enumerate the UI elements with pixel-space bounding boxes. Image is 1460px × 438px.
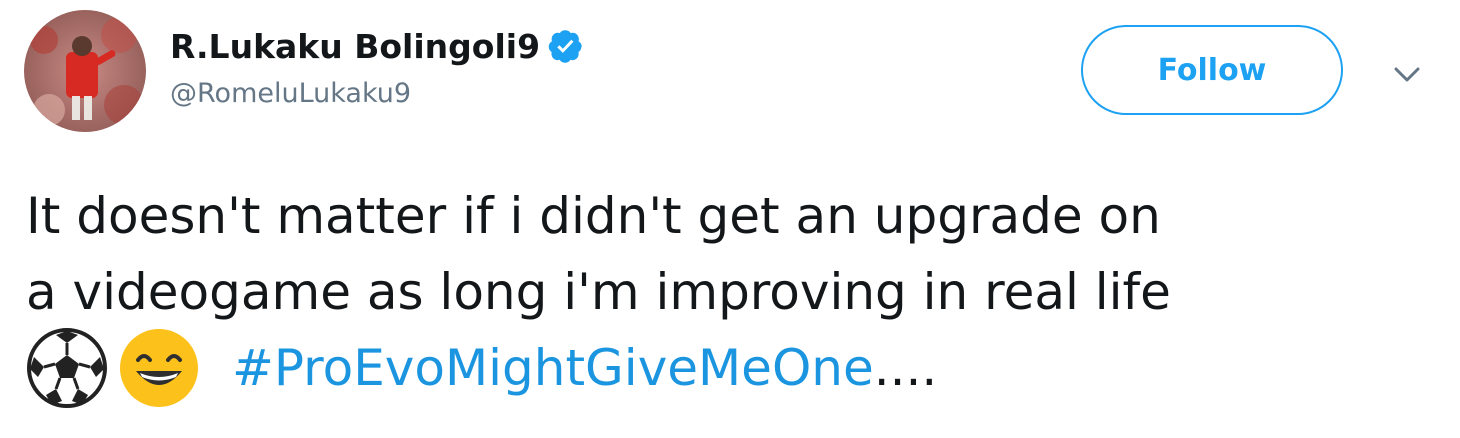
user-names: R.Lukaku Bolingoli9 @RomeluLukaku9 bbox=[170, 20, 584, 109]
chevron-down-icon[interactable] bbox=[1390, 60, 1424, 90]
tweet-text: It doesn't matter if i didn't get an upg… bbox=[26, 178, 1446, 409]
hashtag-link[interactable]: #ProEvoMightGiveMeOne bbox=[232, 330, 874, 406]
verified-badge-icon bbox=[548, 28, 584, 64]
display-name: R.Lukaku Bolingoli9 bbox=[170, 26, 541, 66]
tweet-text-line-2: a videogame as long i'm improving in rea… bbox=[26, 263, 1171, 321]
tweet-text-line-1: It doesn't matter if i didn't get an upg… bbox=[26, 187, 1161, 245]
tweet-text-line-3: #ProEvoMightGiveMeOne .... bbox=[26, 327, 1446, 409]
soccer-ball-icon bbox=[26, 327, 108, 409]
avatar[interactable] bbox=[24, 10, 146, 132]
trailing-ellipsis: .... bbox=[873, 339, 938, 397]
user-handle[interactable]: @RomeluLukaku9 bbox=[170, 78, 584, 109]
display-name-link[interactable]: R.Lukaku Bolingoli9 bbox=[170, 20, 584, 72]
grinning-face-icon bbox=[118, 327, 200, 409]
avatar-photo bbox=[24, 10, 146, 132]
follow-button[interactable]: Follow bbox=[1081, 25, 1343, 115]
tweet-card: R.Lukaku Bolingoli9 @RomeluLukaku9 Follo… bbox=[0, 0, 1460, 438]
